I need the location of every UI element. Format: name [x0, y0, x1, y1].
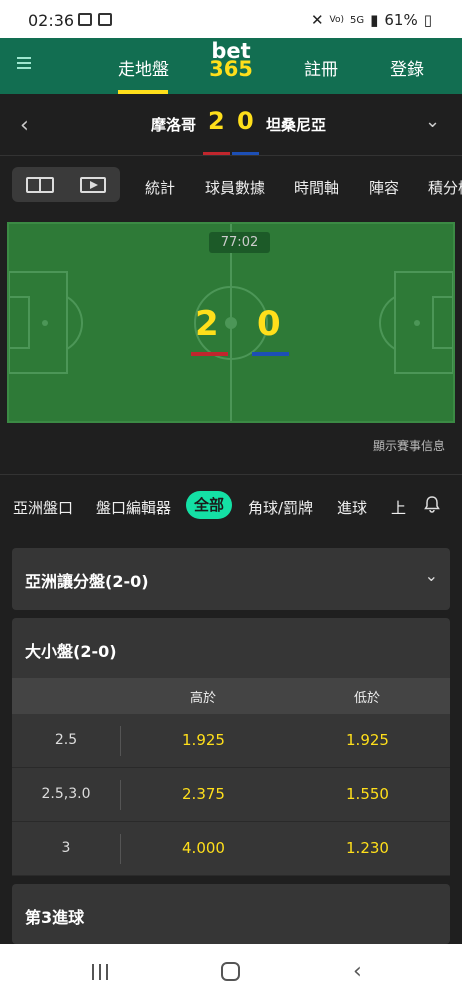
odds-row: 3 4.000 1.230	[12, 822, 450, 876]
away-team: 坦桑尼亞	[266, 116, 327, 134]
filter-goals[interactable]: 進球	[337, 497, 367, 518]
match-header: ‹ 摩洛哥 2 0 坦桑尼亞 ⌄	[0, 94, 462, 156]
bet365-logo[interactable]: bet 365	[206, 41, 256, 81]
filter-corners-cards[interactable]: 角球/罰牌	[248, 497, 313, 518]
view-toggle	[12, 167, 120, 202]
tab-timeline[interactable]: 時間軸	[294, 177, 339, 198]
handicap-line: 2.5,3.0	[41, 786, 91, 802]
pitch-lines	[9, 224, 453, 421]
odds-under-button[interactable]: 1.230	[285, 839, 450, 857]
status-bar: 02:36 ✕ Vo) 5G ▮ 61% ▯	[0, 0, 462, 38]
col-over-label: 高於	[190, 691, 217, 706]
tab-player-stats[interactable]: 球員數據	[205, 177, 265, 198]
mute-icon: ✕	[310, 11, 324, 29]
chevron-left-icon[interactable]: ‹	[20, 113, 29, 138]
chevron-down-icon[interactable]: ⌄	[425, 111, 440, 132]
nav-in-play[interactable]: 走地盤	[118, 55, 169, 80]
gallery-icon	[78, 13, 92, 26]
home-kit-color	[203, 152, 230, 155]
network-label: 5G	[350, 14, 365, 26]
home-color-bar	[191, 352, 228, 356]
away-score: 0	[237, 107, 254, 135]
filter-bet-builder[interactable]: 盤口編輯器	[96, 497, 171, 518]
filter-more[interactable]: 上	[391, 497, 406, 518]
app-header: 走地盤 bet 365 註冊 登錄	[0, 38, 462, 94]
row-divider	[120, 834, 121, 864]
match-subtabs: 統計 球員數據 時間軸 陣容 積分榜	[0, 156, 462, 214]
match-clock: 77:02	[209, 232, 270, 253]
odds-column-header: 高於 低於	[12, 678, 450, 714]
tab-stats[interactable]: 統計	[145, 177, 175, 198]
away-kit-color	[232, 152, 259, 155]
status-right: ✕ Vo) 5G ▮ 61% ▯	[311, 11, 432, 29]
back-icon[interactable]: ‹	[353, 959, 362, 984]
away-color-bar	[252, 352, 289, 356]
chevron-down-icon[interactable]: ⌄	[425, 566, 438, 585]
pitch-view-icon[interactable]	[26, 177, 54, 193]
market-title: 第3進球	[25, 908, 85, 927]
home-team: 摩洛哥	[151, 116, 197, 134]
hamburger-icon[interactable]	[17, 57, 31, 69]
nav-login[interactable]: 登錄	[390, 55, 424, 80]
row-divider	[120, 780, 121, 810]
video-play-icon[interactable]	[80, 177, 106, 193]
tab-lineups[interactable]: 陣容	[369, 177, 399, 198]
market-title[interactable]: 大小盤(2-0)	[25, 638, 117, 662]
odds-under-button[interactable]: 1.925	[285, 731, 450, 749]
odds-over-button[interactable]: 2.375	[122, 785, 285, 803]
home-icon[interactable]	[221, 962, 240, 981]
odds-row: 2.5 1.925 1.925	[12, 714, 450, 768]
home-score: 2	[208, 107, 225, 135]
row-divider	[120, 726, 121, 756]
bell-icon[interactable]	[423, 495, 441, 513]
market-third-goal[interactable]: 第3進球	[12, 884, 450, 944]
pitch-home-score: 2	[195, 304, 219, 344]
volte-icon: Vo)	[329, 15, 344, 25]
odds-row: 2.5,3.0 2.375 1.550	[12, 768, 450, 822]
market-title: 亞洲讓分盤(2-0)	[25, 572, 149, 591]
battery-icon: ▯	[423, 11, 432, 29]
col-under-label: 低於	[354, 691, 381, 706]
odds-under-button[interactable]: 1.550	[285, 785, 450, 803]
battery-percent: 61%	[384, 11, 418, 29]
show-match-info-link[interactable]: 顯示賽事信息	[373, 437, 445, 454]
tab-standings[interactable]: 積分榜	[428, 177, 462, 198]
pitch-away-score: 0	[257, 304, 281, 344]
pitch-section: 77:02 2 0 顯示賽事信息	[0, 214, 462, 474]
nav-register[interactable]: 註冊	[304, 55, 338, 80]
signal-icon: ▮	[370, 11, 379, 29]
checkbox-icon	[98, 13, 112, 26]
handicap-line: 2.5	[54, 732, 78, 748]
odds-over-button[interactable]: 1.925	[122, 731, 285, 749]
status-time: 02:36	[28, 11, 75, 30]
football-pitch: 77:02 2 0	[7, 222, 455, 423]
filter-asian-lines[interactable]: 亞洲盤口	[13, 497, 73, 518]
odds-over-button[interactable]: 4.000	[122, 839, 285, 857]
handicap-line: 3	[61, 840, 71, 856]
filter-all[interactable]: 全部	[186, 491, 232, 519]
market-asian-handicap[interactable]: 亞洲讓分盤(2-0) ⌄	[12, 548, 450, 610]
android-nav-bar: ‹	[0, 944, 462, 1000]
recent-apps-icon[interactable]	[92, 964, 110, 980]
market-filter-bar: 亞洲盤口 盤口編輯器 全部 角球/罰牌 進球 上	[0, 474, 462, 534]
logo-bottom: 365	[209, 57, 253, 81]
